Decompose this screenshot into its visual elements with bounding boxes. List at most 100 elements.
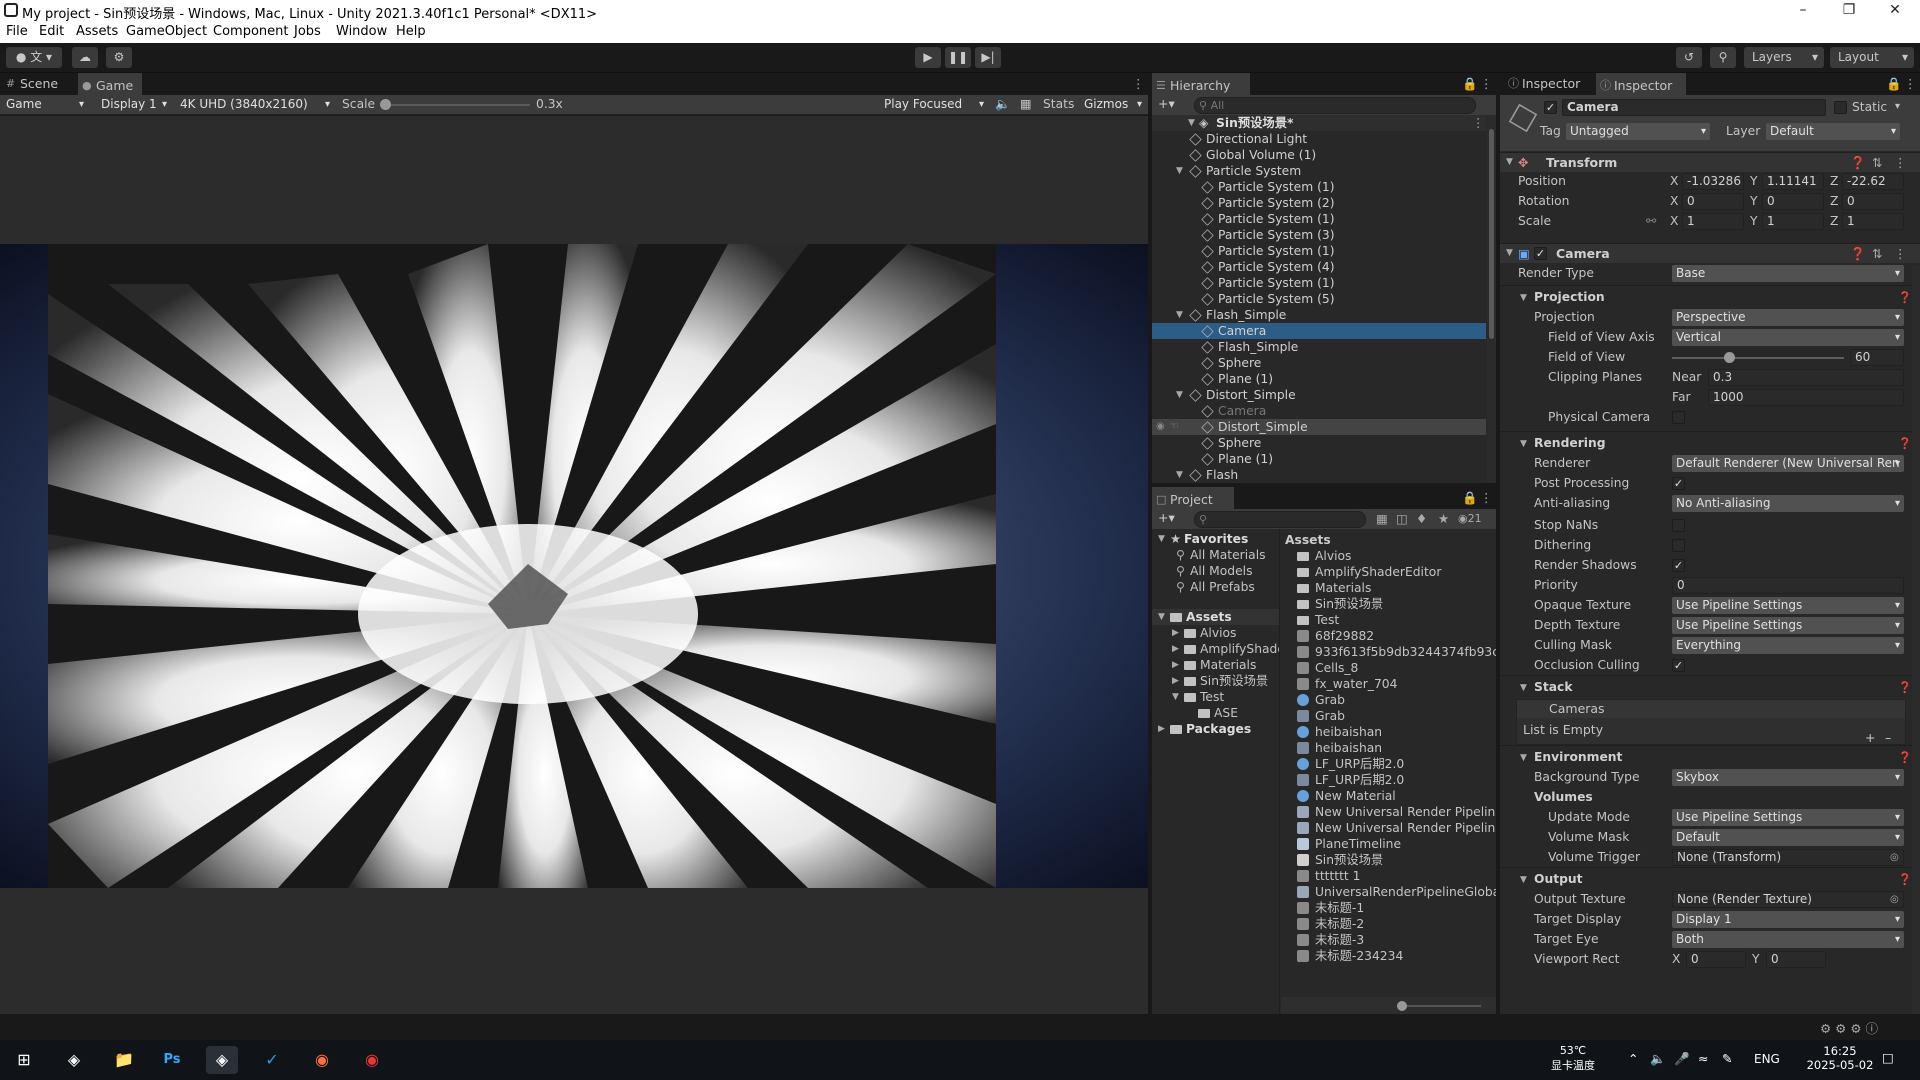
hierarchy-item[interactable]: ▼ Particle System bbox=[1152, 163, 1486, 179]
transform-pos-x-field[interactable]: -1.03286 bbox=[1682, 173, 1744, 190]
camera-fov_axis-dropdown[interactable]: Vertical bbox=[1672, 329, 1904, 346]
favorite-item[interactable]: ⚲ All Models bbox=[1152, 563, 1279, 579]
hierarchy-item[interactable]: Particle System (1) bbox=[1152, 275, 1486, 291]
expand-caret-icon[interactable]: ▶ bbox=[1172, 657, 1179, 673]
presets-icon[interactable]: ⇅ bbox=[1872, 155, 1882, 170]
transform-header[interactable]: ▼ ✥ Transform ❓ ⇅ ⋮ bbox=[1500, 152, 1920, 172]
camera-priority-field[interactable]: 0 bbox=[1672, 577, 1904, 594]
camera-depth-dropdown[interactable]: Use Pipeline Settings bbox=[1672, 617, 1904, 634]
hierarchy-item[interactable]: Particle System (5) bbox=[1152, 291, 1486, 307]
hierarchy-item[interactable]: Sphere bbox=[1152, 355, 1486, 371]
layout-dropdown[interactable]: Layout ▾ bbox=[1830, 47, 1914, 68]
tab-game[interactable]: ● Game bbox=[78, 73, 142, 95]
menu-assets[interactable]: Assets bbox=[76, 24, 118, 39]
pen-icon[interactable]: ✎ bbox=[1722, 1051, 1732, 1066]
folder-tree-item[interactable]: ▶ Materials bbox=[1152, 657, 1279, 673]
expand-caret-icon[interactable]: ▼ bbox=[1158, 609, 1165, 625]
asset-item[interactable]: 未标题-1 bbox=[1281, 900, 1496, 916]
camera-vmask-dropdown[interactable]: Default bbox=[1672, 829, 1904, 846]
hierarchy-search-input[interactable]: ⚲ All bbox=[1194, 97, 1476, 114]
section-caret-icon[interactable]: ▼ bbox=[1520, 875, 1527, 885]
asset-item[interactable]: Sin预设场景 bbox=[1281, 852, 1496, 868]
stats-icon[interactable]: ▦ bbox=[1020, 96, 1032, 113]
cloud-icon[interactable]: ☁ bbox=[72, 47, 98, 68]
favorite-item[interactable]: ⚲ All Materials bbox=[1152, 547, 1279, 563]
search-by-type-icon[interactable]: ▦ bbox=[1376, 511, 1388, 526]
help-icon[interactable]: ❓ bbox=[1850, 155, 1866, 171]
camera-render_type-dropdown[interactable]: Base bbox=[1672, 265, 1904, 282]
assets-breadcrumb[interactable]: Assets bbox=[1285, 532, 1331, 548]
display-dropdown[interactable]: Display 1 bbox=[97, 96, 171, 113]
camera-outtex-object-field[interactable]: None (Render Texture) bbox=[1672, 891, 1904, 908]
inspector-scrollbar[interactable] bbox=[1912, 265, 1920, 1014]
mute-audio-icon[interactable]: 🔈 bbox=[995, 96, 1010, 113]
photoshop-icon[interactable]: Ps bbox=[156, 1046, 188, 1074]
menu-edit[interactable]: Edit bbox=[39, 24, 64, 39]
language-indicator[interactable]: ENG bbox=[1754, 1052, 1780, 1066]
icon-size-slider[interactable] bbox=[1401, 1005, 1481, 1007]
tab-scene[interactable]: # Scene bbox=[2, 73, 76, 95]
camera-culling-dropdown[interactable]: Everything bbox=[1672, 637, 1904, 654]
asset-item[interactable]: New Universal Render Pipeline A bbox=[1281, 820, 1496, 836]
constrain-proportions-icon[interactable]: ⚯ bbox=[1646, 213, 1656, 230]
project-search-input[interactable]: ⚲ bbox=[1194, 511, 1366, 528]
section-header[interactable]: Stack bbox=[1534, 679, 1573, 696]
hierarchy-item[interactable]: Particle System (4) bbox=[1152, 259, 1486, 275]
camera-tdisplay-dropdown[interactable]: Display 1 bbox=[1672, 911, 1904, 928]
step-button[interactable]: ▶| bbox=[975, 47, 1001, 68]
object-name-field[interactable]: Camera bbox=[1562, 99, 1826, 116]
camera-renderer-dropdown[interactable]: Default Renderer (New Universal Ren bbox=[1672, 455, 1904, 472]
transform-pos-y-field[interactable]: 1.11141 bbox=[1762, 173, 1824, 190]
layer-dropdown[interactable]: Default bbox=[1766, 123, 1900, 140]
play-focused-dropdown[interactable]: Play Focused bbox=[880, 96, 988, 113]
expand-caret-icon[interactable]: ▼ bbox=[1176, 387, 1183, 403]
help-icon[interactable]: ❓ bbox=[1898, 749, 1912, 766]
camera-bg-dropdown[interactable]: Skybox bbox=[1672, 769, 1904, 786]
section-header[interactable]: Environment bbox=[1534, 749, 1622, 766]
volume-icon[interactable]: 🔈 bbox=[1650, 1051, 1666, 1067]
camera-projection-dropdown[interactable]: Perspective bbox=[1672, 309, 1904, 326]
add-element-button[interactable]: + bbox=[1865, 730, 1875, 745]
transform-pos-z-field[interactable]: -22.62 bbox=[1842, 173, 1904, 190]
clip-far-field[interactable]: 1000 bbox=[1708, 389, 1904, 406]
expand-caret-icon[interactable]: ▼ bbox=[1172, 689, 1179, 705]
expand-caret-icon[interactable]: ▶ bbox=[1172, 641, 1179, 657]
asset-item[interactable]: 68f29882 bbox=[1281, 628, 1496, 644]
game-mode-dropdown[interactable]: Game bbox=[2, 96, 88, 113]
favorite-item[interactable]: ⚲ All Prefabs bbox=[1152, 579, 1279, 595]
asset-item[interactable]: Materials bbox=[1281, 580, 1496, 596]
asset-item[interactable]: Alvios bbox=[1281, 548, 1496, 564]
tab-inspector-2[interactable]: ⓘ Inspector bbox=[1596, 73, 1686, 95]
camera-header[interactable]: ▼ ▣ ✓ Camera ❓ ⇅ ⋮ bbox=[1500, 243, 1920, 263]
camera-checkbox[interactable]: ✓ bbox=[1672, 659, 1685, 672]
asset-item[interactable]: 未标题-3 bbox=[1281, 932, 1496, 948]
presets-icon[interactable]: ⇅ bbox=[1872, 246, 1882, 261]
fov-slider-handle[interactable] bbox=[1724, 352, 1735, 363]
add-icon[interactable]: +▾ bbox=[1158, 96, 1175, 111]
hierarchy-scrollbar[interactable] bbox=[1487, 115, 1496, 483]
asset-item[interactable]: 未标题-2 bbox=[1281, 916, 1496, 932]
scale-slider[interactable] bbox=[386, 104, 530, 106]
asset-item[interactable]: 未标题-234234 bbox=[1281, 948, 1496, 964]
camera-checkbox[interactable] bbox=[1672, 519, 1685, 532]
transform-scale-y-field[interactable]: 1 bbox=[1762, 213, 1824, 230]
menu-file[interactable]: File bbox=[6, 24, 28, 39]
stats-toggle[interactable]: Stats bbox=[1043, 96, 1074, 113]
expand-caret-icon[interactable]: ▶ bbox=[1172, 673, 1179, 689]
section-header[interactable]: Output bbox=[1534, 871, 1583, 888]
camera-opaque-dropdown[interactable]: Use Pipeline Settings bbox=[1672, 597, 1904, 614]
star-icon[interactable]: ★ bbox=[1438, 511, 1449, 526]
section-caret-icon[interactable]: ▼ bbox=[1520, 683, 1527, 693]
camera-checkbox[interactable]: ✓ bbox=[1672, 559, 1685, 572]
menu-window[interactable]: Window bbox=[336, 24, 387, 39]
hierarchy-item[interactable]: Particle System (3) bbox=[1152, 227, 1486, 243]
unity-hub-icon[interactable]: ◈ bbox=[58, 1046, 90, 1074]
search-icon[interactable]: ⚲ bbox=[1710, 47, 1736, 68]
transform-rot-y-field[interactable]: 0 bbox=[1762, 193, 1824, 210]
scene-menu-icon[interactable]: ⋮ bbox=[1472, 115, 1484, 131]
fov-value-field[interactable]: 60 bbox=[1850, 349, 1904, 366]
hierarchy-item[interactable]: Particle System (1) bbox=[1152, 179, 1486, 195]
section-caret-icon[interactable]: ▼ bbox=[1520, 753, 1527, 763]
hierarchy-item[interactable]: ▼ Flash bbox=[1152, 467, 1486, 483]
asset-item[interactable]: fx_water_704 bbox=[1281, 676, 1496, 692]
